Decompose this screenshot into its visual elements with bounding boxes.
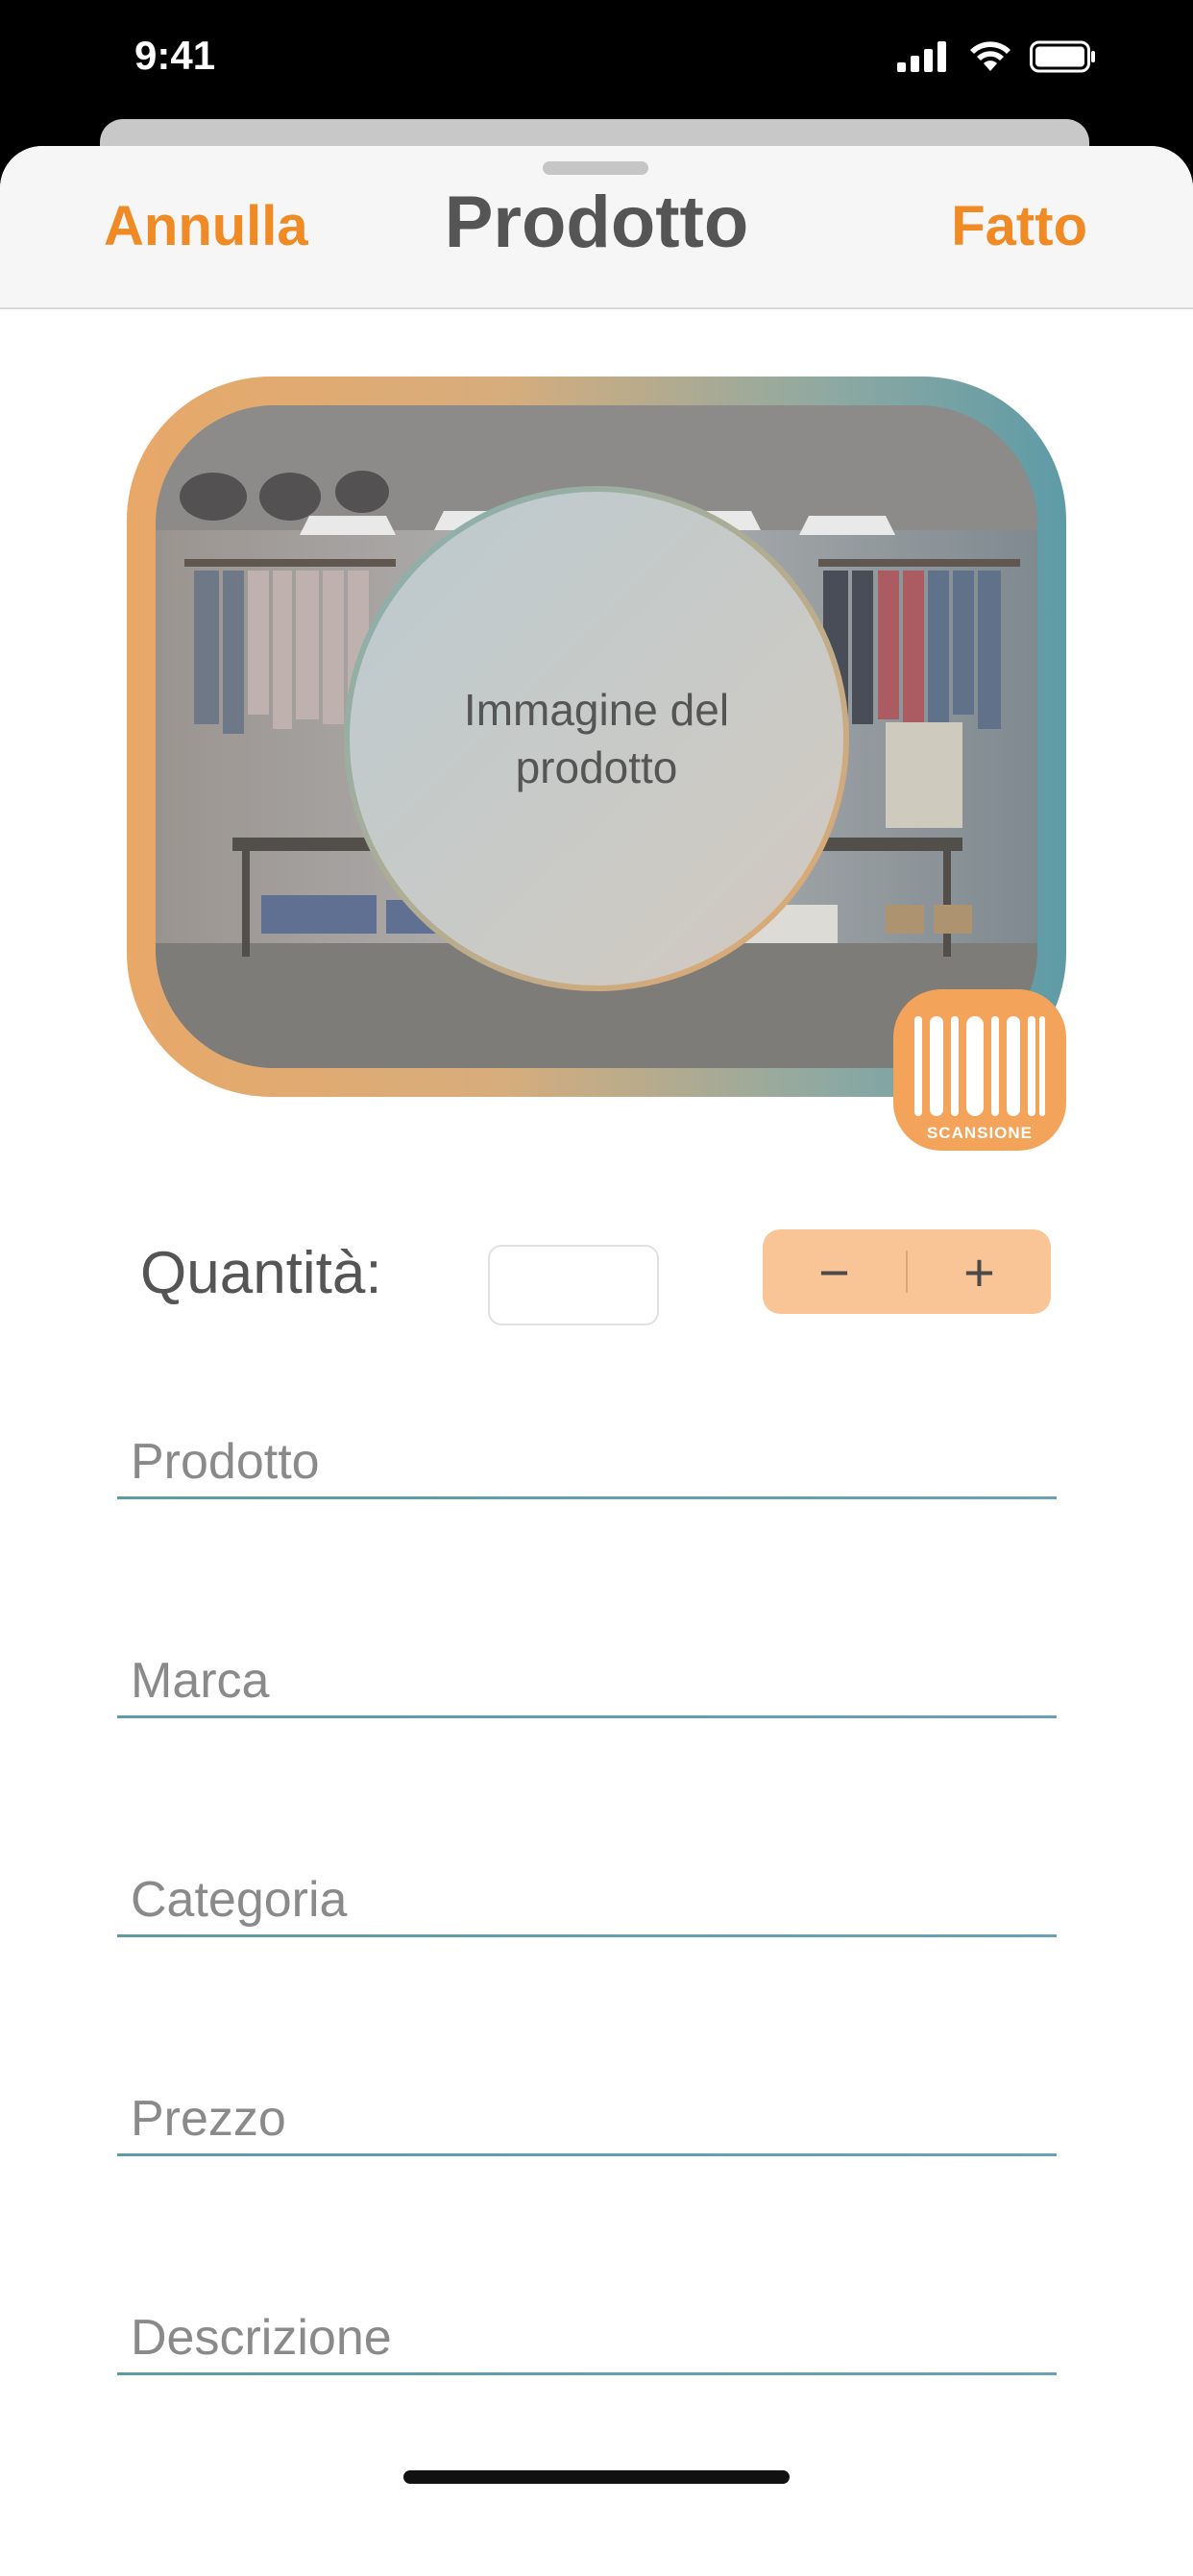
- quantity-label: Quantità:: [140, 1240, 382, 1306]
- product-image-placeholder[interactable]: Immagine del prodotto: [344, 486, 849, 991]
- description-field: [117, 2309, 1057, 2375]
- battery-icon: [1030, 40, 1097, 78]
- category-underline: [117, 1934, 1057, 1937]
- scan-barcode-button[interactable]: SCANSIONE: [893, 989, 1066, 1151]
- quantity-input[interactable]: [488, 1245, 659, 1325]
- product-input[interactable]: [117, 1433, 1057, 1496]
- description-input[interactable]: [117, 2309, 1057, 2372]
- done-button[interactable]: Fatto: [951, 194, 1087, 258]
- status-time: 9:41: [134, 33, 216, 78]
- decrement-button[interactable]: −: [763, 1229, 906, 1314]
- device-screen: 9:41 Annulla Prodotto Fatto Immagine del…: [0, 0, 1193, 2576]
- quantity-stepper[interactable]: − +: [763, 1229, 1051, 1314]
- product-field: [117, 1433, 1057, 1499]
- description-underline: [117, 2372, 1057, 2375]
- signal-icon: [897, 41, 951, 77]
- increment-button[interactable]: +: [908, 1229, 1051, 1314]
- product-image-label: Immagine del prodotto: [463, 685, 730, 792]
- brand-input[interactable]: [117, 1652, 1057, 1715]
- sheet-grabber[interactable]: [543, 161, 648, 175]
- product-image-overlay: Immagine del prodotto: [350, 492, 843, 985]
- price-underline: [117, 2153, 1057, 2156]
- brand-field: [117, 1652, 1057, 1718]
- navigation-bar: Annulla Prodotto Fatto: [0, 146, 1193, 309]
- home-indicator[interactable]: [403, 2470, 790, 2484]
- status-bar: 9:41: [0, 0, 1193, 125]
- scan-label: SCANSIONE: [926, 1124, 1034, 1142]
- category-input[interactable]: [117, 1871, 1057, 1934]
- product-sheet: Annulla Prodotto Fatto Immagine del prod…: [0, 146, 1193, 2576]
- price-input[interactable]: [117, 2090, 1057, 2153]
- price-field: [117, 2090, 1057, 2156]
- status-icons: [897, 40, 1097, 78]
- wifi-icon: [968, 40, 1012, 78]
- category-field: [117, 1871, 1057, 1937]
- brand-underline: [117, 1715, 1057, 1718]
- barcode-icon: [914, 1016, 1045, 1116]
- product-underline: [117, 1496, 1057, 1499]
